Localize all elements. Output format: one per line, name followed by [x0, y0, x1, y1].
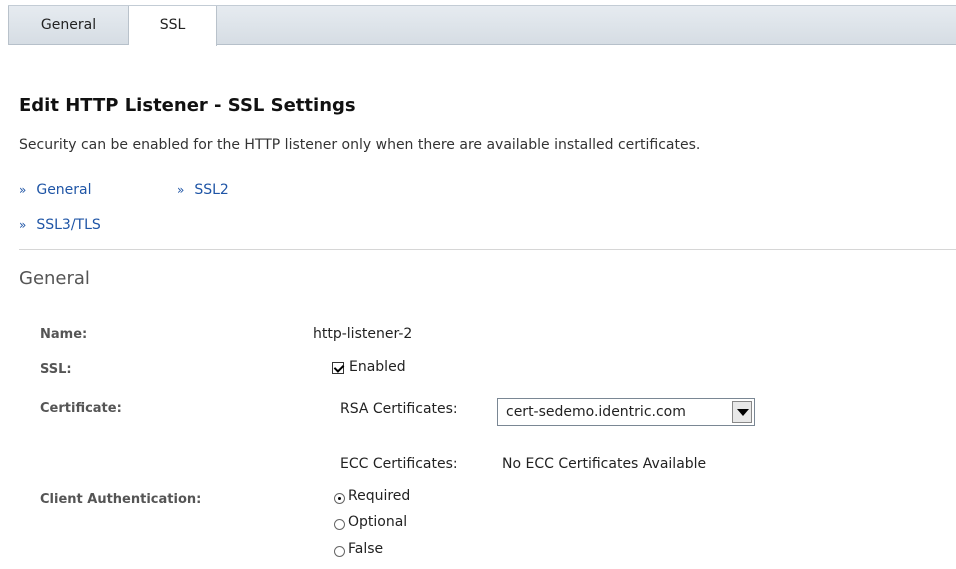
radio-false-label[interactable]: False: [348, 541, 383, 557]
rsa-certificates-label: RSA Certificates:: [340, 401, 458, 417]
jump-link-label: SSL2: [194, 182, 229, 198]
ssl-enabled-checkbox[interactable]: [332, 362, 344, 374]
rsa-certificate-select[interactable]: cert-sedemo.identric.com: [497, 398, 755, 426]
certificate-label: Certificate:: [40, 401, 122, 416]
section-title: General: [19, 268, 90, 289]
jump-link-general[interactable]: » General: [19, 182, 92, 198]
page-title: Edit HTTP Listener - SSL Settings: [19, 95, 356, 116]
radio-optional-label[interactable]: Optional: [348, 514, 407, 530]
ssl-label: SSL:: [40, 362, 72, 377]
radio-false[interactable]: [334, 546, 345, 557]
jump-link-label: General: [36, 182, 92, 198]
help-text: Security can be enabled for the HTTP lis…: [19, 137, 701, 153]
name-label: Name:: [40, 327, 88, 342]
name-value: http-listener-2: [313, 326, 413, 342]
tab-bar: General SSL: [8, 5, 956, 46]
jump-link-ssl2[interactable]: » SSL2: [177, 182, 229, 198]
double-chevron-down-icon: »: [177, 183, 185, 197]
radio-optional[interactable]: [334, 519, 345, 530]
radio-required-label[interactable]: Required: [348, 488, 410, 504]
jump-link-ssl3-tls[interactable]: » SSL3/TLS: [19, 217, 101, 233]
ssl-enabled-label[interactable]: Enabled: [349, 359, 406, 375]
radio-required[interactable]: [334, 493, 345, 504]
double-chevron-down-icon: »: [19, 218, 27, 232]
double-chevron-down-icon: »: [19, 183, 27, 197]
client-authentication-label: Client Authentication:: [40, 492, 202, 507]
tab-ssl[interactable]: SSL: [129, 6, 217, 46]
ecc-certificates-value: No ECC Certificates Available: [502, 456, 707, 472]
chevron-down-icon[interactable]: [732, 401, 752, 423]
jump-link-label: SSL3/TLS: [36, 217, 101, 233]
rsa-certificate-selected-value: cert-sedemo.identric.com: [506, 404, 686, 420]
section-divider: [19, 249, 956, 250]
tab-general[interactable]: General: [8, 6, 129, 45]
ecc-certificates-label: ECC Certificates:: [340, 456, 458, 472]
